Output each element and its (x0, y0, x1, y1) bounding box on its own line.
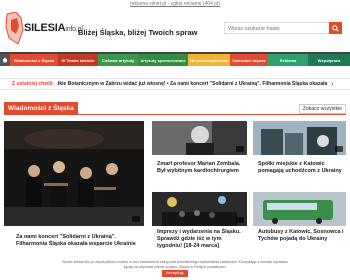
bus-photo (253, 192, 346, 226)
nav-kalendarz-imprez[interactable]: Kalendarz imprez (230, 54, 268, 66)
nav-wiadomosci[interactable]: Wiadomości z Śląska (10, 54, 58, 66)
search-button[interactable] (329, 22, 342, 34)
article-card[interactable]: Spółki miejskie z Katowic pomagają uchod… (253, 121, 346, 185)
news-ticker: Z ostatniej chwili: łkie Botanicznym w Z… (0, 78, 350, 90)
camera-icon (132, 216, 140, 222)
section-divider (78, 114, 346, 115)
article-card[interactable]: Autobusy z Katowic, Sosnowca i Tychów po… (253, 192, 346, 256)
article-title[interactable]: Za nami koncert "Solidarni z Ukrainą". F… (16, 234, 141, 248)
article-card-main[interactable]: Za nami koncert "Solidarni z Ukrainą". F… (4, 121, 144, 256)
see-all-button[interactable]: Zobacz wszystkie (298, 104, 346, 114)
concert-photo (4, 121, 144, 226)
logo-mark-icon (5, 12, 24, 45)
section-header: Wiadomości z Śląska Zobacz wszystkie (4, 102, 346, 116)
search-icon (332, 24, 339, 32)
article-thumbnail[interactable] (253, 121, 346, 155)
event-photo (152, 192, 247, 226)
ticker-label: Z ostatniej chwili: (12, 81, 54, 87)
search-input[interactable] (228, 24, 324, 33)
nav-wspolpraca[interactable]: Współpraca (308, 54, 350, 66)
nav-artykuly-sponsorowane[interactable]: Artykuły sponsorowane (138, 54, 188, 66)
header: SILESIAinfo.pl Bliżej Śląska, bliżej Two… (0, 10, 350, 50)
search-box (224, 22, 342, 34)
article-title[interactable]: Imprezy i wydarzenia na Śląsku. Sprawdź … (157, 229, 245, 250)
camera-icon (236, 146, 244, 152)
main-nav: Wiadomości z Śląska W Twoim mieście Ciek… (0, 52, 350, 66)
ad-bar[interactable]: reklama silnet.pl - zgłoś reklamę (404 p… (0, 0, 350, 8)
city-photo (253, 121, 346, 155)
cookie-text: Serwis silesia.info.pl używa plików cook… (62, 260, 288, 269)
nav-przedsiebiorcy[interactable]: Na przedsiębiorców (188, 54, 230, 66)
article-thumbnail[interactable] (253, 192, 346, 226)
nav-ciekawe-artykuly[interactable]: Ciekawe artykuły (98, 54, 138, 66)
cookie-accept-button[interactable]: Akceptuję (162, 270, 188, 277)
chevron-right-icon[interactable]: › (331, 81, 333, 88)
logo[interactable]: SILESIAinfo.pl (4, 12, 83, 48)
logo-text: SILESIAinfo.pl (24, 22, 83, 34)
nav-reklama[interactable]: Reklama (268, 54, 308, 66)
cookie-banner: Serwis silesia.info.pl używa plików cook… (0, 258, 350, 280)
nav-home[interactable] (0, 54, 10, 66)
article-title[interactable]: Autobusy z Katowic, Sosnowca i Tychów po… (258, 229, 344, 243)
ticker-text[interactable]: łkie Botanicznym w Zabrzu widać już wios… (58, 81, 328, 87)
article-card[interactable]: Imprezy i wydarzenia na Śląsku. Sprawdź … (152, 192, 247, 256)
nav-w-twoim-miescie[interactable]: W Twoim mieście (58, 54, 98, 66)
tagline: Bliżej Śląska, bliżej Twoich spraw (78, 28, 198, 37)
home-icon (2, 57, 8, 63)
article-card[interactable]: Zmarł profesor Marian Zembala. Był wybit… (152, 121, 247, 185)
article-title[interactable]: Zmarł profesor Marian Zembala. Był wybit… (157, 161, 245, 175)
ad-label[interactable]: reklama silnet.pl - zgłoś reklamę (404 p… (130, 1, 220, 7)
portrait-photo (152, 121, 247, 155)
article-thumbnail[interactable] (152, 121, 247, 155)
camera-icon (335, 146, 343, 152)
article-thumbnail[interactable] (152, 192, 247, 226)
article-title[interactable]: Spółki miejskie z Katowic pomagają uchod… (258, 161, 344, 175)
section-title: Wiadomości z Śląska (4, 102, 78, 115)
camera-icon (236, 217, 244, 223)
article-thumbnail[interactable] (4, 121, 144, 226)
